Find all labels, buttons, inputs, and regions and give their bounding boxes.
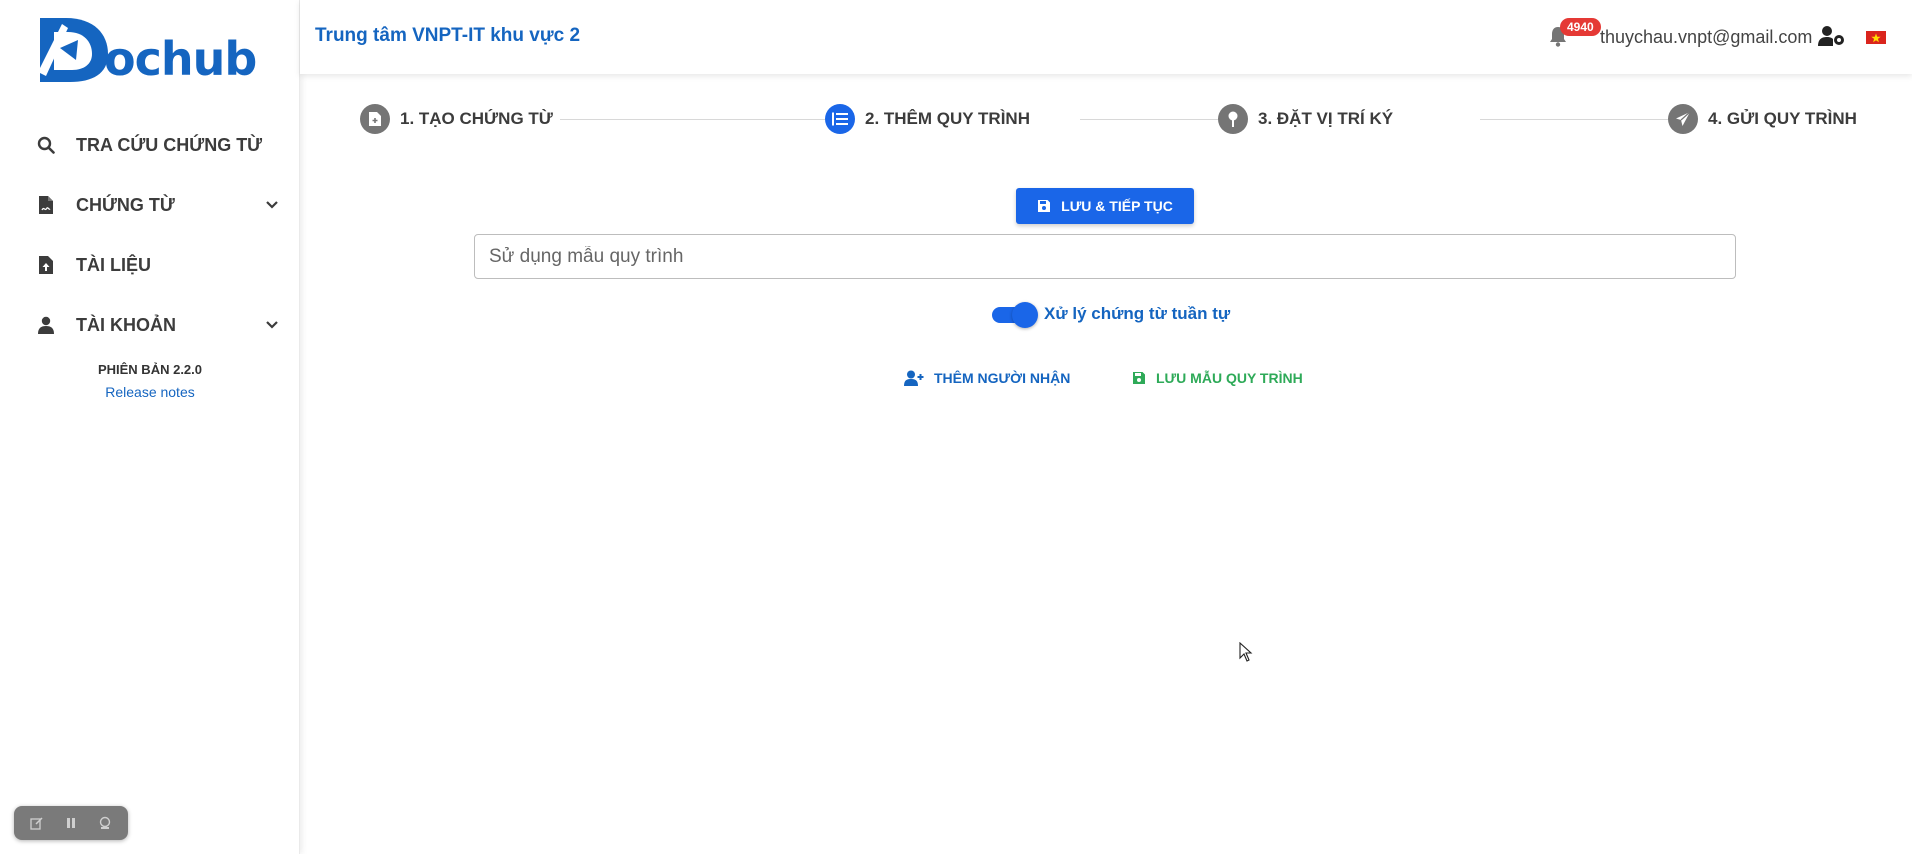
top-header: Trung tâm VNPT-IT khu vực 2 4940 thuycha… xyxy=(300,0,1912,74)
sidebar-item-label: CHỨNG TỪ xyxy=(76,194,175,215)
sequential-toggle[interactable] xyxy=(990,302,1038,328)
release-notes-link[interactable]: Release notes xyxy=(0,384,300,400)
main-content: 1. TẠO CHỨNG TỪ 2. THÊM QUY TRÌNH 3. ĐẶT… xyxy=(300,84,1912,854)
sidebar-nav: TRA CỨU CHỨNG TỪ CHỨNG TỪ TÀI LIỆU TÀI K… xyxy=(0,115,300,355)
save-continue-button[interactable]: LƯU & TIẾP TỤC xyxy=(1016,188,1194,224)
add-recipient-button[interactable]: THÊM NGƯỜI NHẬN xyxy=(904,370,1070,386)
sidebar-item-label: TRA CỨU CHỨNG TỪ xyxy=(76,134,263,155)
sidebar-item-chung-tu[interactable]: CHỨNG TỪ xyxy=(0,175,300,235)
organization-name: Trung tâm VNPT-IT khu vực 2 xyxy=(315,25,581,46)
mouse-cursor-icon xyxy=(1239,642,1253,662)
list-ordered-icon xyxy=(825,104,855,134)
sidebar: ochub TRA CỨU CHỨNG TỪ CHỨNG TỪ TÀI LIỆU xyxy=(0,0,300,854)
map-pin-icon xyxy=(1218,104,1248,134)
step-connector xyxy=(560,119,830,120)
process-stepper: 1. TẠO CHỨNG TỪ 2. THÊM QUY TRÌNH 3. ĐẶT… xyxy=(360,102,1863,136)
user-plus-icon xyxy=(904,370,924,386)
file-signature-icon xyxy=(36,195,56,215)
add-recipient-label: THÊM NGƯỜI NHẬN xyxy=(934,370,1071,386)
logo-text: ochub xyxy=(104,32,257,86)
edit-icon[interactable] xyxy=(23,811,51,835)
sidebar-item-tai-khoan[interactable]: TÀI KHOẢN xyxy=(0,295,300,355)
sequential-toggle-label: Xử lý chứng từ tuần tự xyxy=(1044,304,1231,323)
sidebar-item-tai-lieu[interactable]: TÀI LIỆU xyxy=(0,235,300,295)
sidebar-item-label: TÀI KHOẢN xyxy=(76,314,176,335)
stop-record-icon[interactable] xyxy=(91,811,119,835)
sidebar-item-tra-cuu-chung-tu[interactable]: TRA CỨU CHỨNG TỪ xyxy=(0,115,300,175)
chevron-down-icon xyxy=(264,317,280,333)
recorder-toolbar xyxy=(14,806,128,840)
step-dat-vi-tri-ky[interactable]: 3. ĐẶT VỊ TRÍ KÝ xyxy=(1218,102,1400,136)
user-settings-icon[interactable] xyxy=(1818,25,1846,49)
notification-badge: 4940 xyxy=(1560,18,1601,36)
step-label: 1. TẠO CHỨNG TỪ xyxy=(400,109,553,128)
floppy-disk-icon xyxy=(1037,199,1051,213)
save-template-button[interactable]: LƯU MẪU QUY TRÌNH xyxy=(1132,370,1303,386)
step-gui-quy-trinh[interactable]: 4. GỬI QUY TRÌNH xyxy=(1668,102,1863,136)
sequential-toggle-row: Xử lý chứng từ tuần tự xyxy=(990,300,1230,328)
user-email[interactable]: thuychau.vnpt@gmail.com xyxy=(1600,27,1812,48)
user-icon xyxy=(36,315,56,335)
file-upload-icon xyxy=(36,255,56,275)
step-label: 2. THÊM QUY TRÌNH xyxy=(865,109,1030,128)
floppy-disk-icon xyxy=(1132,371,1146,385)
step-them-quy-trinh[interactable]: 2. THÊM QUY TRÌNH xyxy=(825,102,1036,136)
step-label: 4. GỬI QUY TRÌNH xyxy=(1708,109,1857,128)
process-template-input[interactable] xyxy=(474,234,1736,279)
sidebar-item-label: TÀI LIỆU xyxy=(76,254,151,275)
chevron-down-icon xyxy=(264,197,280,213)
file-plus-icon xyxy=(360,104,390,134)
save-template-label: LƯU MẪU QUY TRÌNH xyxy=(1156,370,1303,386)
search-icon xyxy=(36,135,56,155)
vietnam-flag-icon[interactable] xyxy=(1866,31,1886,44)
step-tao-chung-tu[interactable]: 1. TẠO CHỨNG TỪ xyxy=(360,102,559,136)
app-version: PHIÊN BẢN 2.2.0 xyxy=(97,362,203,377)
toggle-knob xyxy=(1012,302,1038,328)
step-label: 3. ĐẶT VỊ TRÍ KÝ xyxy=(1258,109,1394,128)
save-continue-label: LƯU & TIẾP TỤC xyxy=(1061,198,1173,214)
paper-plane-icon xyxy=(1668,104,1698,134)
app-logo[interactable]: ochub xyxy=(36,14,257,86)
pause-icon[interactable] xyxy=(57,811,85,835)
